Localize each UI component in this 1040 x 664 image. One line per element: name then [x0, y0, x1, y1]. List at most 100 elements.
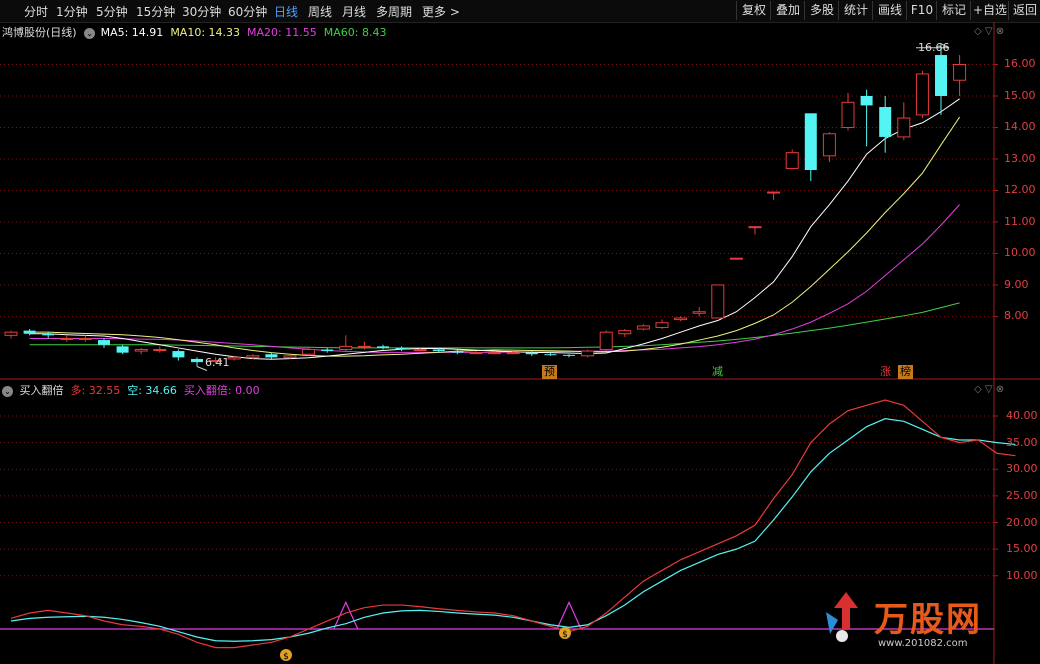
candle-body	[469, 352, 483, 355]
candle-body	[860, 95, 873, 106]
signal-yu: 预	[542, 365, 557, 379]
sub-y-tick-label: 25.00	[1006, 488, 1038, 502]
ma20-value: MA20: 11.55	[247, 26, 317, 39]
candle-body	[953, 63, 967, 81]
candle-body	[581, 350, 595, 357]
candle-body	[339, 345, 353, 351]
candle-body	[711, 284, 725, 319]
candle-body	[395, 347, 408, 350]
ma10-value: MA10: 14.33	[170, 26, 241, 39]
signal-jian: 减	[712, 365, 723, 378]
candle-body	[4, 331, 18, 336]
candle-body	[413, 349, 427, 352]
candle-body	[841, 101, 855, 128]
candle-body	[692, 311, 706, 314]
candle-body	[674, 317, 688, 321]
money-bag-icon: $	[283, 652, 289, 662]
candle-body	[767, 191, 781, 194]
watermark: 万股网 www.201082.com	[818, 586, 1018, 658]
candle-body	[172, 351, 185, 358]
money-bag-icon: $	[562, 630, 568, 640]
candle-body	[116, 346, 129, 353]
ma5-value: MA5: 14.91	[100, 26, 164, 39]
indicator-name: 买入翻倍	[19, 384, 64, 397]
candle-body	[655, 322, 669, 328]
y-tick-label: 14.00	[1004, 120, 1036, 134]
kong-value: 空: 34.66	[127, 384, 177, 397]
candle-body	[935, 55, 947, 96]
candle-body	[804, 113, 817, 170]
ma10-line	[29, 116, 961, 357]
candle-body	[377, 346, 389, 348]
stock-name: 鸿博股份	[2, 26, 46, 39]
candle-body	[432, 349, 445, 352]
sub-y-tick-label: 35.00	[1006, 435, 1038, 449]
candle-body	[599, 331, 613, 351]
candle-body	[302, 349, 316, 355]
ma60-value: MA60: 8.43	[323, 26, 387, 39]
sub-y-tick-label: 40.00	[1006, 409, 1038, 422]
watermark-brand: 万股网	[874, 600, 982, 640]
high-price-label: 16.66	[918, 41, 950, 54]
candle-body	[785, 152, 799, 169]
duo-value: 多: 32.55	[70, 384, 121, 397]
candle-body	[321, 349, 334, 352]
low-price-label: 6.41	[205, 356, 230, 369]
candle-body	[283, 355, 297, 358]
candle-body	[246, 355, 260, 358]
y-tick-label: 12.00	[1004, 183, 1036, 197]
candle-body	[451, 351, 464, 353]
candle-body	[879, 107, 892, 137]
y-tick-label: 8.00	[1004, 309, 1029, 323]
collapse-icon[interactable]: ⌄	[2, 385, 13, 397]
candle-body	[227, 356, 241, 360]
candle-body	[729, 257, 743, 260]
panel-controls[interactable]: ◇ ▽ ⊗	[974, 26, 1004, 37]
candle-body	[897, 117, 911, 138]
panel-controls[interactable]: ◇ ▽ ⊗	[974, 384, 1004, 395]
sub-y-tick-label: 20.00	[1006, 515, 1038, 529]
y-tick-label: 16.00	[1004, 57, 1036, 71]
main-legend: 鸿博股份(日线) ⌄ MA5: 14.91 MA10: 14.33 MA20: …	[2, 24, 386, 40]
candle-body	[60, 337, 74, 340]
ma5-line	[29, 98, 960, 360]
sub-y-tick-label: 15.00	[1006, 542, 1038, 556]
buy-spike	[556, 600, 582, 630]
candle-body	[134, 349, 148, 352]
sub-y-tick-label: 30.00	[1006, 462, 1038, 476]
candle-body	[488, 352, 502, 355]
y-tick-label: 15.00	[1004, 88, 1036, 102]
sub-y-tick-label: 10.00	[1006, 568, 1038, 582]
candle-body	[822, 133, 836, 157]
candle-body	[357, 345, 371, 348]
candle-body	[78, 337, 92, 340]
signal-bang: 榜	[898, 365, 913, 379]
y-tick-label: 10.00	[1004, 246, 1036, 260]
kline-chart: $$	[0, 22, 1040, 664]
candle-body	[563, 354, 575, 356]
watermark-logo-icon	[822, 590, 870, 644]
candle-body	[23, 330, 36, 334]
period-label: (日线)	[46, 26, 77, 39]
watermark-site: www.201082.com	[878, 638, 968, 649]
candle-body	[191, 358, 203, 363]
ma60-line	[29, 302, 960, 349]
sub-legend: ⌄ 买入翻倍 多: 32.55 空: 34.66 买入翻倍: 0.00	[2, 382, 260, 398]
candle-body	[915, 73, 929, 116]
candle-body	[506, 352, 520, 355]
candle-body	[153, 349, 167, 352]
candle-body	[265, 354, 278, 358]
y-tick-label: 13.00	[1004, 151, 1036, 165]
candle-body	[98, 340, 110, 345]
collapse-icon[interactable]: ⌄	[84, 27, 96, 39]
buy-value: 买入翻倍: 0.00	[183, 384, 260, 397]
candle-body	[544, 354, 557, 356]
candle-body	[42, 333, 55, 336]
y-tick-label: 9.00	[1004, 277, 1029, 291]
candle-body	[636, 325, 650, 330]
candle-body	[618, 330, 632, 335]
y-tick-label: 11.00	[1004, 214, 1036, 228]
candle-body	[748, 226, 762, 229]
signal-zhang: 涨	[880, 365, 891, 378]
candle-body	[525, 352, 538, 355]
